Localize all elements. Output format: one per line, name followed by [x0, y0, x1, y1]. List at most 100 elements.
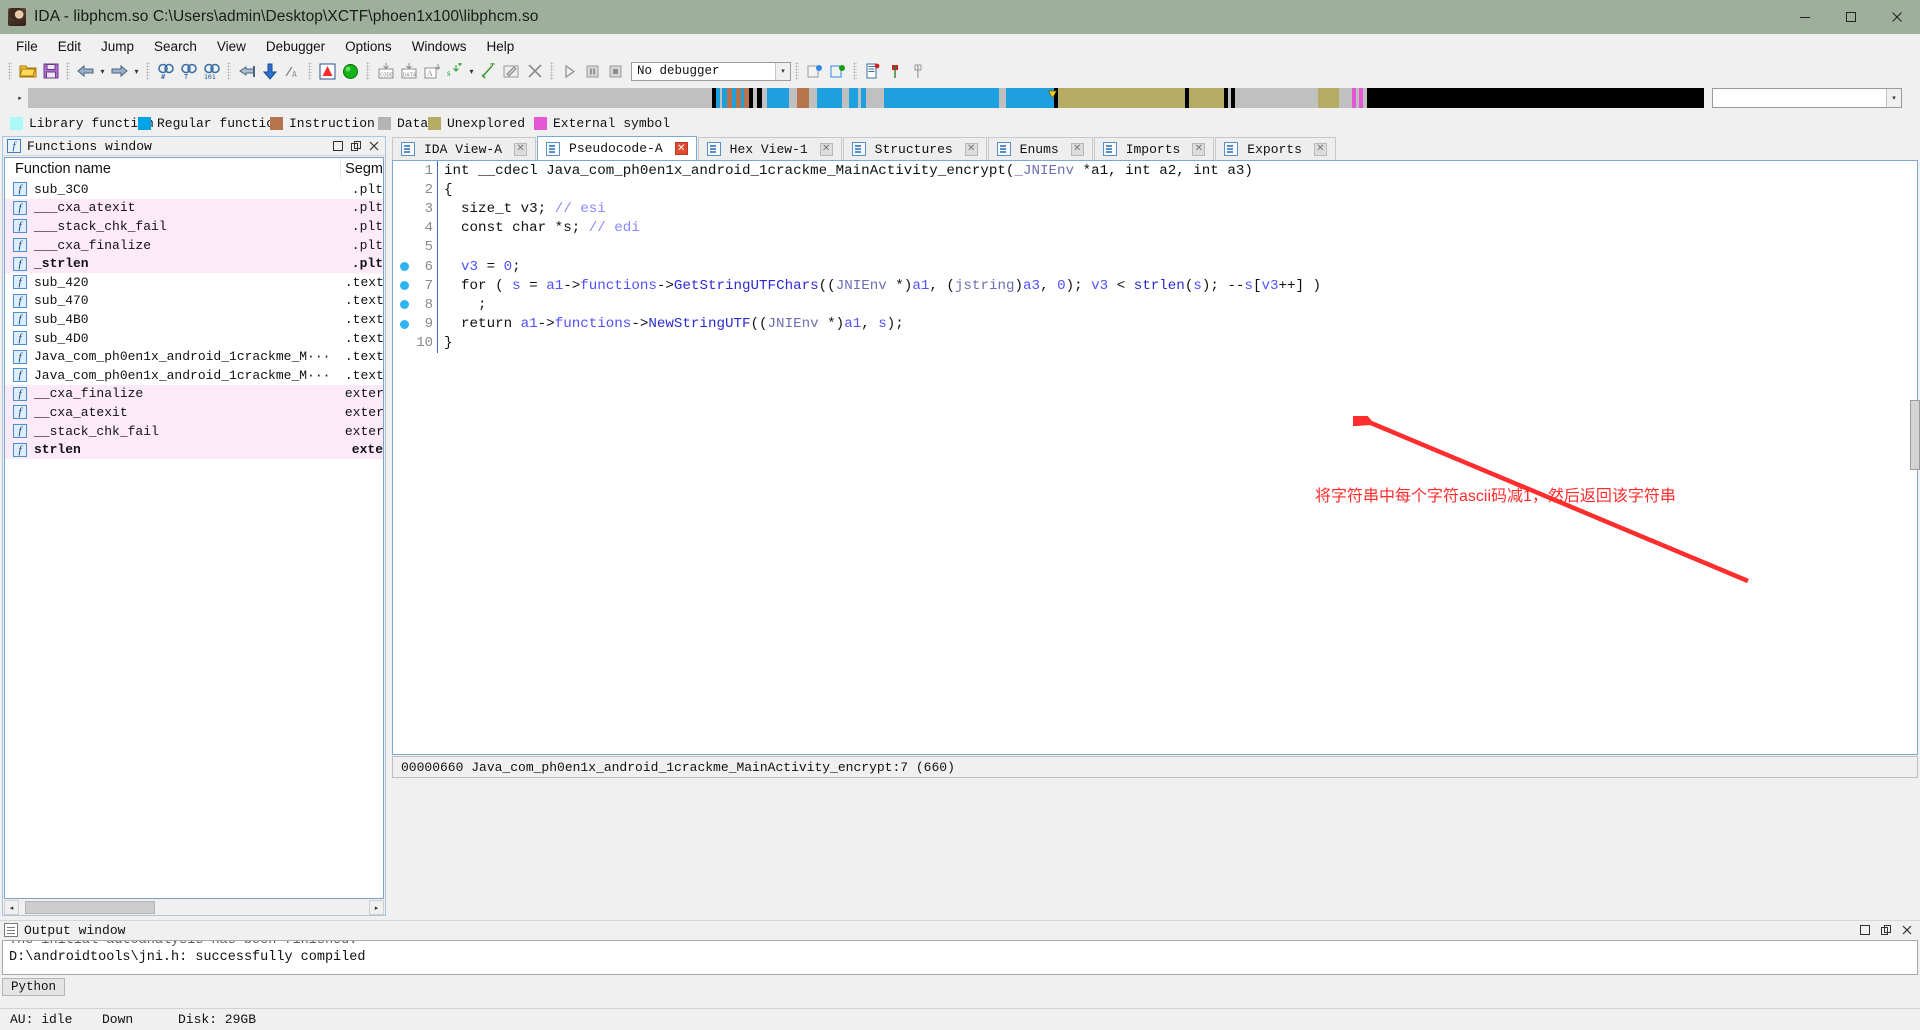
menu-search[interactable]: Search: [144, 37, 207, 56]
code-line[interactable]: 9 return a1->functions->NewStringUTF((JN…: [393, 314, 1917, 334]
chevron-down-icon[interactable]: ▾: [1886, 89, 1901, 107]
tab-close-icon[interactable]: ✕: [514, 142, 528, 156]
make-code-icon[interactable]: CODE: [375, 61, 396, 82]
hscroll-track[interactable]: [19, 900, 369, 915]
breakpoint-dot-icon[interactable]: [393, 319, 415, 329]
tab-close-icon[interactable]: ✕: [674, 142, 688, 155]
output-log[interactable]: The initial autoanalysis has been finish…: [2, 940, 1918, 975]
menu-help[interactable]: Help: [476, 37, 524, 56]
tab-ida-view-a[interactable]: IDA View-A ✕: [392, 137, 537, 160]
breakpoint-list-icon[interactable]: [804, 61, 825, 82]
code-line[interactable]: 1 int __cdecl Java_com_ph0en1x_android_1c…: [393, 161, 1917, 181]
tab-close-icon[interactable]: ✕: [1070, 142, 1084, 156]
text-search-icon[interactable]: T: [178, 61, 199, 82]
function-row[interactable]: f sub_4B0 .text: [5, 310, 383, 329]
back-dropdown-icon[interactable]: ▾: [97, 61, 108, 82]
code-line[interactable]: 5: [393, 237, 1917, 257]
no-action-icon[interactable]: A: [282, 61, 303, 82]
function-row[interactable]: f ___stack_chk_fail .plt: [5, 217, 383, 236]
make-string-icon[interactable]: A: [421, 61, 442, 82]
breakpoint-dot-icon[interactable]: [393, 262, 415, 272]
function-row[interactable]: f _strlen .plt: [5, 254, 383, 273]
jump-down-icon[interactable]: [259, 61, 280, 82]
back-arrow-icon[interactable]: [75, 61, 96, 82]
menu-edit[interactable]: Edit: [48, 37, 91, 56]
hex-search-icon[interactable]: 101: [201, 61, 222, 82]
tab-close-icon[interactable]: ✕: [964, 142, 978, 156]
run-green-icon[interactable]: [340, 61, 361, 82]
code-line[interactable]: 6 v3 = 0;: [393, 256, 1917, 277]
menu-view[interactable]: View: [207, 37, 256, 56]
debug-run-icon[interactable]: [559, 61, 580, 82]
tab-structures[interactable]: Structures ✕: [842, 137, 987, 160]
delete-function-icon[interactable]: [524, 61, 545, 82]
open-file-icon[interactable]: [17, 61, 38, 82]
tab-close-icon[interactable]: ✕: [1313, 142, 1327, 156]
debug-stop-icon[interactable]: [605, 61, 626, 82]
maximize-button[interactable]: [1828, 0, 1874, 34]
menu-file[interactable]: File: [6, 37, 48, 56]
chevron-down-icon[interactable]: ▾: [775, 62, 790, 80]
close-icon[interactable]: [1899, 923, 1914, 938]
navband-jump-combo[interactable]: ▾: [1712, 88, 1902, 108]
tab-hex-view-1[interactable]: Hex View-1 ✕: [697, 137, 842, 160]
scroll-right-icon[interactable]: ▸: [369, 900, 384, 915]
navband-grip[interactable]: ▸: [14, 88, 26, 108]
debugger-select[interactable]: No debugger ▾: [631, 61, 791, 81]
tab-imports[interactable]: Imports ✕: [1093, 137, 1215, 160]
code-line[interactable]: 4 const char *s; // edi: [393, 218, 1917, 238]
minimize-button[interactable]: [1782, 0, 1828, 34]
code-line[interactable]: 8 ;: [393, 295, 1917, 315]
menu-jump[interactable]: Jump: [91, 37, 144, 56]
tab-pseudocode-a[interactable]: Pseudocode-A ✕: [537, 136, 697, 160]
right-scroll-nub[interactable]: [1910, 400, 1920, 470]
menu-windows[interactable]: Windows: [402, 37, 477, 56]
toolbar-grip-8[interactable]: [795, 62, 799, 80]
edit-function-icon[interactable]: [501, 61, 522, 82]
float-icon[interactable]: [349, 139, 363, 153]
toolbar-grip-2[interactable]: [66, 62, 70, 80]
code-line[interactable]: 7 for ( s = a1->functions->GetStringUTFC…: [393, 276, 1917, 296]
toolbar-grip-4[interactable]: [227, 62, 231, 80]
function-row[interactable]: f Java_com_ph0en1x_android_1crackme_M···.…: [5, 366, 383, 385]
function-row[interactable]: f __stack_chk_fail exter: [5, 421, 383, 441]
graph-view-icon[interactable]: [317, 61, 338, 82]
scroll-left-icon[interactable]: ◂: [4, 900, 19, 915]
forward-arrow-icon[interactable]: [109, 61, 130, 82]
mark-position-icon[interactable]: [885, 61, 906, 82]
function-row[interactable]: f ___cxa_atexit .plt: [5, 198, 383, 218]
jump-to-icon[interactable]: [236, 61, 257, 82]
tab-python[interactable]: Python: [2, 978, 66, 996]
restore-icon[interactable]: [1857, 923, 1872, 938]
jump-position-icon[interactable]: [908, 61, 929, 82]
toolbar-grip-5[interactable]: [308, 62, 312, 80]
local-types-icon[interactable]: [862, 61, 883, 82]
toolbar-grip-6[interactable]: [366, 62, 370, 80]
function-row[interactable]: f ___cxa_finalize .plt: [5, 235, 383, 255]
float-icon[interactable]: [1878, 923, 1893, 938]
navigation-band[interactable]: [28, 88, 1704, 108]
function-row[interactable]: f sub_420 .text: [5, 273, 383, 292]
code-line[interactable]: 10}: [393, 333, 1917, 353]
make-struct-dropdown-icon[interactable]: ▾: [466, 61, 477, 82]
function-row[interactable]: f sub_3C0 .plt: [5, 180, 383, 199]
breakpoint-toggle-icon[interactable]: [827, 61, 848, 82]
column-header-function-name[interactable]: Function name: [5, 158, 340, 179]
toolbar-grip-9[interactable]: [853, 62, 857, 80]
code-line[interactable]: 2{: [393, 180, 1917, 200]
breakpoint-dot-icon[interactable]: [393, 300, 415, 310]
hscroll-thumb[interactable]: [25, 901, 155, 914]
toolbar-grip-7[interactable]: [550, 62, 554, 80]
function-row[interactable]: f Java_com_ph0en1x_android_1crackme_M···.…: [5, 347, 383, 366]
function-row[interactable]: f sub_4D0 .text: [5, 329, 383, 348]
toolbar-grip[interactable]: [8, 62, 12, 80]
save-icon[interactable]: [40, 61, 61, 82]
function-row[interactable]: f __cxa_finalize exter: [5, 384, 383, 404]
binary-search-icon[interactable]: #: [155, 61, 176, 82]
tab-close-icon[interactable]: ✕: [1192, 142, 1206, 156]
breakpoint-dot-icon[interactable]: [393, 281, 415, 291]
make-data-icon[interactable]: DATA: [398, 61, 419, 82]
menu-debugger[interactable]: Debugger: [256, 37, 335, 56]
menu-options[interactable]: Options: [335, 37, 402, 56]
make-struct-icon[interactable]: s: [444, 61, 465, 82]
